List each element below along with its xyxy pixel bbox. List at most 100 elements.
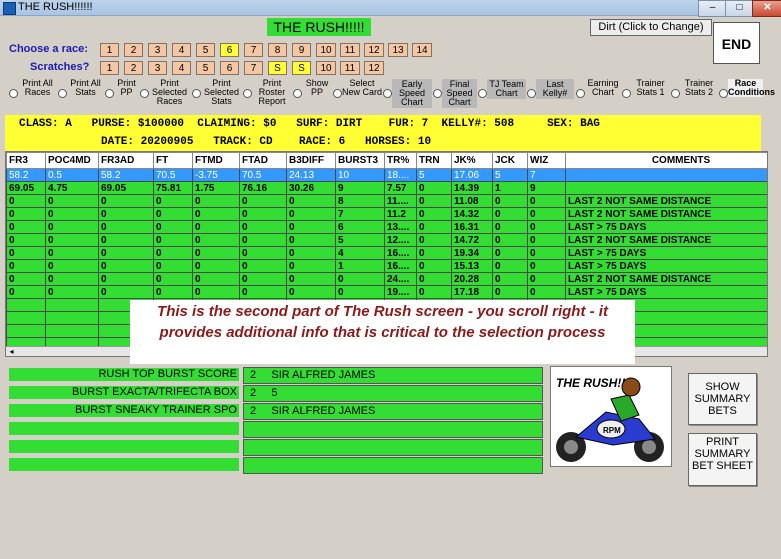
show-summary-bets-button[interactable]: SHOW SUMMARY BETS [688, 373, 757, 425]
column-header[interactable]: FT [153, 152, 193, 169]
radio-icon[interactable] [9, 89, 18, 98]
option-label: TJ Team Chart [487, 79, 526, 99]
scratch-button[interactable]: 6 [220, 61, 239, 75]
option-14[interactable]: Trainer Stats 2 [671, 78, 718, 109]
race-button[interactable]: 13 [388, 43, 408, 57]
option-8[interactable]: Early Speed Chart [383, 78, 432, 109]
scratch-button[interactable]: 2 [124, 61, 143, 75]
table-row[interactable]: 69.05 4.75 69.05 75.81 1.75 76.16 30.26 9 7.57 0 1… [6, 181, 767, 195]
table-row[interactable]: 0 0 0 0 0 0 0 8 11.... 0 11.08 0 0 LAST 2 NOT SAME DI… [6, 194, 767, 208]
race-button[interactable]: 4 [172, 43, 191, 57]
radio-icon[interactable] [433, 89, 442, 98]
burst-value[interactable]: 2 SIR ALFRED JAMES [243, 367, 543, 384]
race-button[interactable]: 3 [148, 43, 167, 57]
race-button[interactable]: 7 [244, 43, 263, 57]
radio-icon[interactable] [333, 89, 342, 98]
column-header[interactable]: JCK [492, 152, 528, 169]
scratch-button[interactable]: 4 [172, 61, 191, 75]
burst-value[interactable] [243, 421, 543, 438]
column-header[interactable]: POC4MD [45, 152, 99, 169]
radio-icon[interactable] [576, 89, 585, 98]
race-button[interactable]: 5 [196, 43, 215, 57]
scratch-button[interactable]: 11 [340, 61, 360, 75]
table-row[interactable]: 0 0 0 0 0 0 0 0 19.... 0 17.18 0 0 LAST > 75 DAYS [6, 285, 767, 299]
race-button[interactable]: 14 [412, 43, 432, 57]
print-summary-bet-sheet-button[interactable]: PRINT SUMMARY BET SHEET [688, 433, 757, 486]
surface-toggle-button[interactable]: Dirt (Click to Change) [590, 19, 712, 36]
option-9[interactable]: Final Speed Chart [433, 78, 477, 109]
option-3[interactable]: Print Selected Races [140, 78, 190, 109]
scratch-button[interactable]: 3 [148, 61, 167, 75]
option-7[interactable]: Select New Card [333, 78, 382, 109]
burst-value[interactable]: 2 5 [243, 385, 543, 402]
column-header[interactable]: WIZ [527, 152, 566, 169]
burst-value[interactable] [243, 457, 543, 474]
option-11[interactable]: Last Kelly# [527, 78, 574, 109]
scratch-button[interactable]: 1 [100, 61, 119, 75]
column-header[interactable]: FR3 [6, 152, 46, 169]
scratch-button[interactable]: S [292, 61, 311, 75]
option-0[interactable]: Print All Races [9, 78, 57, 109]
option-10[interactable]: TJ Team Chart [478, 78, 526, 109]
race-button[interactable]: 11 [340, 43, 360, 57]
option-1[interactable]: Print All Stats [58, 78, 104, 109]
race-button[interactable]: 9 [292, 43, 311, 57]
maximize-icon[interactable]: □ [725, 0, 754, 17]
table-cell: 0 [416, 233, 452, 247]
burst-value[interactable] [243, 439, 543, 456]
race-button[interactable]: 6 [220, 43, 239, 57]
burst-value[interactable]: 2 SIR ALFRED JAMES [243, 403, 543, 420]
close-icon[interactable]: ✕ [752, 0, 781, 17]
radio-icon[interactable] [192, 89, 201, 98]
race-button[interactable]: 12 [364, 43, 384, 57]
radio-icon[interactable] [671, 89, 680, 98]
option-2[interactable]: Print PP [105, 78, 139, 109]
minimize-icon[interactable]: – [698, 0, 727, 17]
radio-icon[interactable] [140, 89, 149, 98]
table-row[interactable]: 0 0 0 0 0 0 0 0 24.... 0 20.28 0 0 LAST 2 NOT SAME DI… [6, 272, 767, 286]
column-header[interactable]: B3DIFF [286, 152, 336, 169]
column-header[interactable]: FTMD [192, 152, 240, 169]
radio-icon[interactable] [105, 89, 114, 98]
table-row[interactable]: 0 0 0 0 0 0 0 5 12.... 0 14.72 0 0 LAST 2 NOT SAME DI… [6, 233, 767, 247]
radio-icon[interactable] [383, 89, 392, 98]
option-13[interactable]: Trainer Stats 1 [622, 78, 670, 109]
column-header[interactable]: COMMENTS [565, 152, 767, 169]
column-header[interactable]: FTAD [239, 152, 287, 169]
radio-icon[interactable] [719, 89, 728, 98]
scratch-button[interactable]: 7 [244, 61, 263, 75]
race-button[interactable]: 2 [124, 43, 143, 57]
option-5[interactable]: Print Roster Report [243, 78, 292, 109]
table-cell: 17.18 [451, 285, 493, 299]
radio-icon[interactable] [58, 89, 67, 98]
radio-icon[interactable] [243, 89, 252, 98]
scratch-button[interactable]: 5 [196, 61, 215, 75]
column-header[interactable]: BURST3 [335, 152, 385, 169]
table-cell: 0 [527, 246, 566, 260]
radio-icon[interactable] [293, 89, 302, 98]
scroll-left-icon[interactable]: ◂ [7, 348, 16, 356]
scratch-button[interactable]: 12 [364, 61, 384, 75]
option-6[interactable]: Show PP [293, 78, 332, 109]
radio-icon[interactable] [622, 89, 631, 98]
column-header[interactable]: JK% [451, 152, 493, 169]
column-header[interactable]: TR% [384, 152, 417, 169]
table-row[interactable]: 0 0 0 0 0 0 0 4 16.... 0 19.34 0 0 LAST > 75 DAYS [6, 246, 767, 260]
race-button[interactable]: 8 [268, 43, 287, 57]
race-button[interactable]: 1 [100, 43, 119, 57]
table-row[interactable]: 0 0 0 0 0 0 0 1 16.... 0 15.13 0 0 LAST > 75 DAYS [6, 259, 767, 273]
radio-icon[interactable] [527, 89, 536, 98]
column-header[interactable]: FR3AD [98, 152, 154, 169]
table-row[interactable]: 0 0 0 0 0 0 0 7 11.2 0 14.32 0 0 LAST 2 NOT SAME DIST… [6, 207, 767, 221]
table-row[interactable]: 0 0 0 0 0 0 0 6 13.... 0 16.31 0 0 LAST > 75 DAYS [6, 220, 767, 234]
scratch-button[interactable]: 10 [316, 61, 336, 75]
radio-icon[interactable] [478, 89, 487, 98]
end-button[interactable]: END [713, 22, 760, 64]
race-button[interactable]: 10 [316, 43, 336, 57]
column-header[interactable]: TRN [416, 152, 452, 169]
option-15[interactable]: Race Conditions [719, 78, 775, 109]
option-4[interactable]: Print Selected Stats [192, 78, 242, 109]
option-12[interactable]: Earning Chart [576, 78, 621, 109]
scratch-button[interactable]: S [268, 61, 287, 75]
table-row[interactable]: 58.2 0.5 58.2 70.5 -3.75 70.5 24.13 10 18.... 5 17… [6, 168, 767, 182]
